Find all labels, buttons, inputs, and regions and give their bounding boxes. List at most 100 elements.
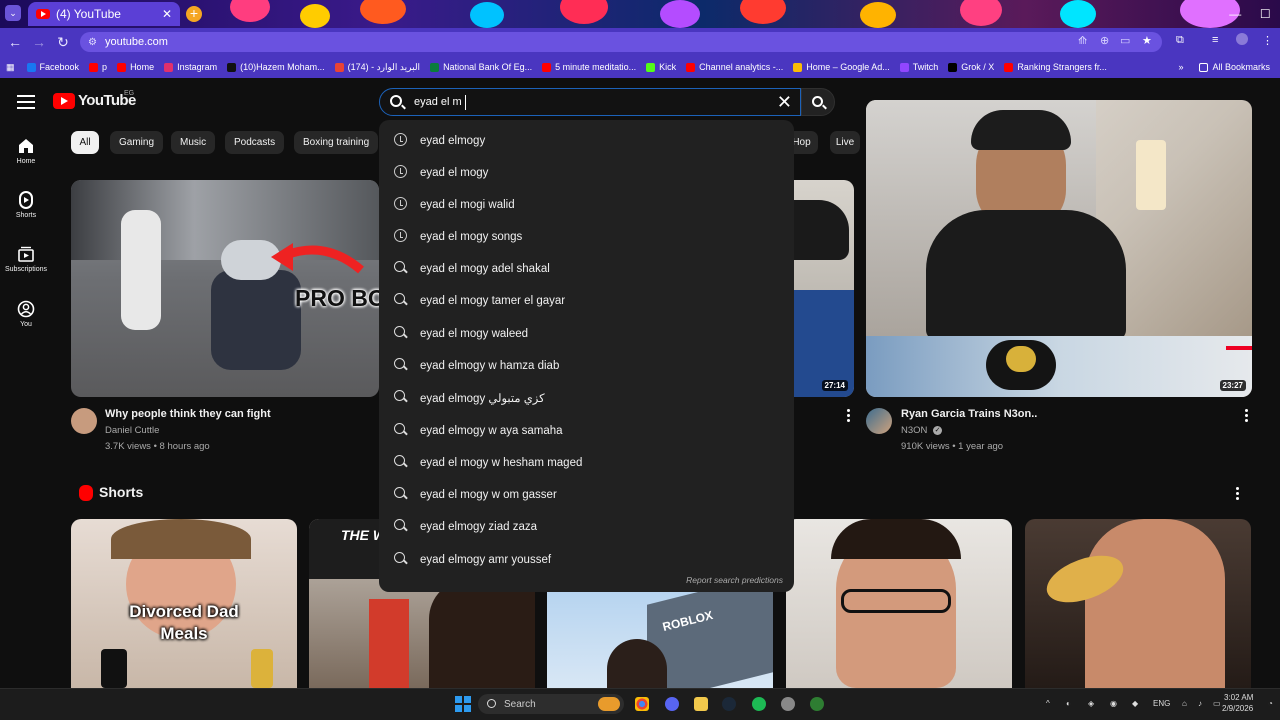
bookmark-home[interactable]: Home [117,62,154,72]
shorts-menu-icon[interactable] [1236,487,1239,500]
install-app-icon[interactable]: ▭ [1120,34,1130,47]
notifications-icon[interactable]: ◔ [1268,699,1273,708]
search-input[interactable]: eyad el m [414,96,462,108]
suggestion-item[interactable]: eyad elmogy amr youssef [379,544,794,576]
report-search-predictions-link[interactable]: Report search predictions [686,575,783,585]
discord-icon[interactable] [665,697,679,711]
more-actions-icon[interactable] [847,409,850,422]
suggestion-item[interactable]: eyad el mogy adel shakal [379,253,794,285]
file-explorer-icon[interactable] [694,697,708,711]
sidebar-item-you[interactable]: You [0,300,52,328]
suggestion-item[interactable]: eyad elmogy ziad zaza [379,511,794,543]
tray-overflow-icon[interactable]: ^ [1046,699,1050,708]
start-icon[interactable] [455,696,471,712]
video-title[interactable]: Ryan Garcia Trains N3on.. [901,408,1037,420]
site-info-icon[interactable]: ⚙ [88,37,97,48]
taskbar-search[interactable]: Search [478,694,624,714]
more-actions-icon[interactable] [1245,409,1248,422]
short-thumbnail[interactable]: Divorced Dad Meals [71,519,297,688]
clock-time[interactable]: 3:02 AM [1224,693,1253,702]
apps-icon[interactable]: ▦ [6,62,15,73]
tab-youtube[interactable]: (4) YouTube ✕ [28,2,180,26]
video-thumbnail[interactable]: PRO BO [71,180,379,397]
suggestion-item[interactable]: eyad el mogy w hesham maged [379,447,794,479]
bookmark-nbe[interactable]: National Bank Of Eg... [430,62,532,72]
chip-boxing-training[interactable]: Boxing training [294,131,379,154]
clear-search-icon[interactable]: ✕ [777,92,792,113]
minimize-icon[interactable]: — [1229,7,1241,21]
profile-avatar[interactable] [1236,33,1248,45]
chrome-icon[interactable] [635,697,649,711]
extensions-icon[interactable]: ⧉ [1176,34,1184,47]
tab-search-button[interactable]: ⌄ [5,5,21,21]
chip-gaming[interactable]: Gaming [110,131,164,154]
battery-icon[interactable]: ▭ [1213,699,1221,708]
tray-app-icon[interactable]: ◉ [1110,699,1117,708]
browser-menu-icon[interactable]: ⋮ [1262,34,1273,47]
bookmark-tiktok[interactable]: (10)Hazem Moham... [227,62,325,72]
youtube-logo[interactable]: YouTube EG [53,90,136,109]
tray-app-icon[interactable]: ◈ [1088,699,1094,708]
new-tab-button[interactable]: + [186,6,202,22]
bookmark-twitch[interactable]: Twitch [899,62,938,72]
bookmark-channel-analytics[interactable]: Channel analytics -... [686,62,783,72]
bookmark-star-icon[interactable]: ★ [1142,34,1152,47]
steam-icon[interactable] [722,697,736,711]
network-icon[interactable]: ⌂ [1182,699,1187,708]
zoom-icon[interactable]: ⊕ [1100,34,1109,47]
suggestion-item[interactable]: eyad elmogy w aya samaha [379,415,794,447]
suggestion-item[interactable]: eyad el mogy w om gasser [379,479,794,511]
translate-icon[interactable]: ⟰ [1078,34,1087,47]
suggestion-item[interactable]: eyad el mogi walid [379,189,794,221]
sidebar-item-subscriptions[interactable]: Subscriptions [0,245,52,273]
more-bookmarks-icon[interactable]: » [1178,62,1183,72]
bookmark-kick[interactable]: Kick [646,62,676,72]
channel-name[interactable]: N3ON ✓ [901,423,943,439]
guide-menu-icon[interactable] [17,95,35,109]
bookmark-meditation[interactable]: 5 minute meditatio... [542,62,636,72]
chip-all[interactable]: All [71,131,99,154]
suggestion-item[interactable]: eyad el mogy tamer el gayar [379,285,794,317]
video-thumbnail[interactable]: 23:27 [866,100,1252,397]
forward-icon[interactable]: → [27,34,51,50]
spotify-icon[interactable] [752,697,766,711]
channel-avatar[interactable] [866,408,892,434]
suggestion-item[interactable]: eyad el mogy songs [379,221,794,253]
suggestion-item[interactable]: eyad elmogy كزي متبولي [379,382,794,414]
suggestion-item[interactable]: eyad el mogy waleed [379,318,794,350]
app-icon[interactable] [810,697,824,711]
suggestion-item[interactable]: eyad elmogy [379,125,794,157]
bookmark-p[interactable]: p [89,62,107,72]
channel-name[interactable]: Daniel Cuttle [105,423,159,439]
video-title[interactable]: Why people think they can fight [105,408,271,420]
back-icon[interactable]: ← [3,34,27,50]
reload-icon[interactable]: ↻ [51,34,75,51]
short-thumbnail[interactable] [786,519,1012,688]
input-language[interactable]: ENG [1153,699,1170,708]
bookmark-grok[interactable]: Grok / X [948,62,994,72]
suggestion-item[interactable]: eyad el mogy [379,157,794,189]
bookmark-facebook[interactable]: Facebook [26,62,79,72]
chip-music[interactable]: Music [171,131,216,154]
channel-avatar[interactable] [71,408,97,434]
maximize-icon[interactable]: ☐ [1260,7,1271,21]
short-thumbnail[interactable] [1025,519,1251,688]
search-button[interactable] [801,88,835,116]
volume-icon[interactable]: ♪ [1198,699,1202,708]
search-box[interactable]: eyad el m ✕ [379,88,801,116]
settings-icon[interactable] [781,697,795,711]
clock-date[interactable]: 2/9/2026 [1222,704,1253,713]
all-bookmarks[interactable]: All Bookmarks [1199,62,1270,72]
bookmark-instagram[interactable]: Instagram [164,62,217,72]
bookmark-ranking-strangers[interactable]: Ranking Strangers fr... [1004,62,1107,72]
chip-live[interactable]: Live [830,131,860,154]
bookmark-google-ads[interactable]: Home – Google Ad... [793,62,890,72]
bookmark-gmail[interactable]: (174) - البريد الوارد [334,62,420,73]
sidebar-item-shorts[interactable]: Shorts [0,191,52,219]
chip-podcasts[interactable]: Podcasts [225,131,285,154]
tray-app-icon[interactable]: ◐ [1066,699,1071,708]
address-bar[interactable]: ⚙ youtube.com [80,32,1162,52]
media-icon[interactable]: ≡ [1212,34,1218,46]
video-thumbnail[interactable]: 27:14 [794,180,854,397]
suggestion-item[interactable]: eyad elmogy w hamza diab [379,350,794,382]
